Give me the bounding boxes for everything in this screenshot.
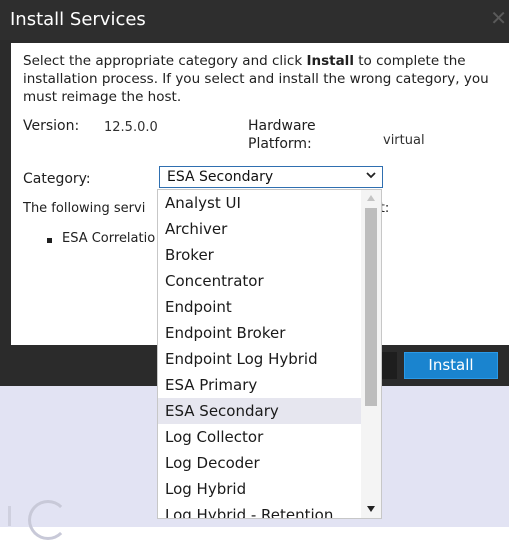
dropdown-scrollbar[interactable] [361,190,381,518]
dropdown-option[interactable]: Log Hybrid [158,476,362,502]
chevron-down-icon [366,172,376,179]
category-select-value: ESA Secondary [167,169,274,185]
dropdown-option[interactable]: Endpoint [158,294,362,320]
scroll-down-icon[interactable] [366,505,376,513]
category-dropdown-list[interactable]: Analyst UI Archiver Broker Concentrator … [157,189,382,519]
services-list-intro: The following servi [23,201,146,216]
dropdown-option[interactable]: Broker [158,242,362,268]
bullet-icon [47,238,52,243]
dropdown-option[interactable]: ESA Primary [158,372,362,398]
scrollbar-thumb[interactable] [365,208,377,406]
hardware-platform-value: virtual [383,133,425,148]
dropdown-option[interactable]: Endpoint Broker [158,320,362,346]
dropdown-option[interactable]: Log Collector [158,424,362,450]
close-icon[interactable]: ✕ [490,8,507,28]
dropdown-option[interactable]: Endpoint Log Hybrid [158,346,362,372]
dropdown-option-selected[interactable]: ESA Secondary [158,398,362,424]
version-label: Version: [23,118,80,134]
instructions-text: Select the appropriate category and clic… [23,53,489,105]
hardware-platform-label: Hardware Platform: [248,118,316,152]
dropdown-option[interactable]: Log Decoder [158,450,362,476]
service-item: ESA Correlatio [62,231,156,246]
backdrop-divider [8,506,11,526]
dialog-header: Install Services ✕ [0,0,509,40]
dropdown-option[interactable]: Log Hybrid - Retention [158,502,362,518]
refresh-icon [28,500,68,540]
install-keyword: Install [306,53,354,69]
category-label: Category: [23,171,91,187]
dialog-title: Install Services [10,9,146,30]
dropdown-option[interactable]: Concentrator [158,268,362,294]
dropdown-option[interactable]: Analyst UI [158,190,362,216]
install-button[interactable]: Install [404,352,498,379]
category-select[interactable]: ESA Secondary [159,166,383,188]
scroll-up-icon[interactable] [366,194,376,202]
dropdown-option[interactable]: Archiver [158,216,362,242]
version-value: 12.5.0.0 [104,120,158,135]
